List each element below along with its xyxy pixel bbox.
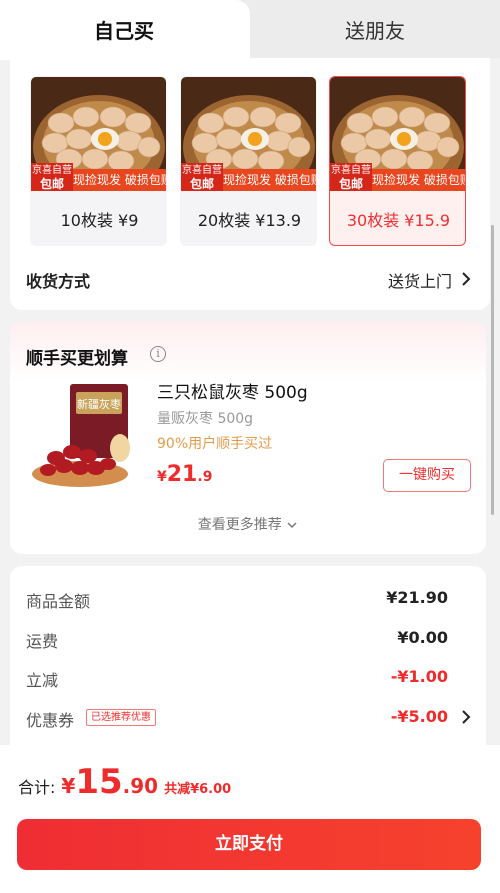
promo-banner: 京喜自营 包邮 现捡现发 破损包赔 xyxy=(31,163,166,191)
chevron-down-icon xyxy=(287,522,297,529)
self-operated-badge: 京喜自营 包邮 xyxy=(181,163,223,191)
freight-row: 运费 ¥0.00 xyxy=(26,628,474,652)
social-proof: 90%用户顺手买过 xyxy=(157,436,273,452)
discount-row: 立减 -¥1.00 xyxy=(26,667,474,691)
discount-label: 立减 xyxy=(26,671,59,690)
chevron-right-icon xyxy=(462,710,471,724)
product-option-10[interactable]: 京喜自营 包邮 现捡现发 破损包赔 10枚装 ¥9 xyxy=(30,76,167,246)
recommendation-card: 顺手买更划算 i 新疆灰枣 三只松鼠灰枣 500g 量贩灰枣 500g 90%用… xyxy=(10,322,486,554)
coupon-row[interactable]: 优惠券 已选推荐优惠 -¥5.00 xyxy=(26,707,474,731)
product-option-label: 20枚装 ¥13.9 xyxy=(197,211,302,230)
badge-top: 京喜自营 xyxy=(331,165,371,176)
total-currency: ¥ xyxy=(61,774,76,798)
coupon-value: -¥5.00 xyxy=(390,707,448,726)
price-currency: ¥ xyxy=(157,469,167,485)
shipping-method-label: 收货方式 xyxy=(26,272,91,291)
goods-amount-label: 商品金额 xyxy=(26,592,91,611)
price-integer: 21 xyxy=(166,462,198,487)
more-recommendations-link[interactable]: 查看更多推荐 xyxy=(10,514,486,534)
goods-amount-row: 商品金额 ¥21.90 xyxy=(26,588,474,612)
product-option-30[interactable]: 京喜自营 包邮 现捡现发 破损包赔 30枚装 ¥15.9 xyxy=(329,76,466,246)
package-print: 新疆灰枣 xyxy=(77,397,121,411)
discount-value: -¥1.00 xyxy=(390,667,448,686)
info-icon[interactable]: i xyxy=(150,346,166,362)
tab-send-friend-label: 送朋友 xyxy=(345,19,405,43)
coupon-tag: 已选推荐优惠 xyxy=(86,709,156,726)
tab-buy-self-label: 自己买 xyxy=(94,19,154,43)
badge-main: 包邮 xyxy=(39,177,64,191)
product-option-label: 30枚装 ¥15.9 xyxy=(346,211,451,230)
freight-value: ¥0.00 xyxy=(397,628,448,647)
promo-text: 现捡现发 破损包赔 xyxy=(73,169,166,191)
shipping-method-value: 送货上门 xyxy=(387,272,452,291)
chevron-right-icon xyxy=(462,272,471,286)
total-integer: 15 xyxy=(75,762,123,802)
promo-text: 现捡现发 破损包赔 xyxy=(372,169,465,191)
total-amount: 合计: ¥15.90 共减¥6.00 xyxy=(18,762,231,802)
coupon-label: 优惠券 xyxy=(26,711,75,730)
recommendation-spec: 量贩灰枣 500g xyxy=(157,411,254,427)
goods-amount-value: ¥21.90 xyxy=(386,588,448,607)
badge-main: 包邮 xyxy=(189,177,214,191)
jujube-product-image: 新疆灰枣 xyxy=(28,378,138,493)
one-click-buy-button[interactable]: 一键购买 xyxy=(383,459,471,492)
pay-now-button[interactable]: 立即支付 xyxy=(17,819,481,870)
promo-banner: 京喜自营 包邮 现捡现发 破损包赔 xyxy=(330,163,465,191)
recommendation-title: 顺手买更划算 xyxy=(26,349,128,369)
badge-top: 京喜自营 xyxy=(32,165,72,176)
tab-bar: 自己买 送朋友 xyxy=(0,0,500,60)
total-decimal: .90 xyxy=(122,774,159,798)
fee-breakdown-card: 商品金额 ¥21.90 运费 ¥0.00 立减 -¥1.00 优惠券 已选推荐优… xyxy=(10,566,486,766)
badge-main: 包邮 xyxy=(338,177,363,191)
tab-buy-self[interactable]: 自己买 xyxy=(0,0,250,60)
freight-label: 运费 xyxy=(26,632,59,651)
self-operated-badge: 京喜自营 包邮 xyxy=(330,163,372,191)
promo-banner: 京喜自营 包邮 现捡现发 破损包赔 xyxy=(181,163,316,191)
self-operated-badge: 京喜自营 包邮 xyxy=(31,163,73,191)
product-option-20[interactable]: 京喜自营 包邮 现捡现发 破损包赔 20枚装 ¥13.9 xyxy=(180,76,317,246)
price-decimal: .9 xyxy=(197,469,213,485)
more-recommendations-label: 查看更多推荐 xyxy=(197,517,282,533)
promo-text: 现捡现发 破损包赔 xyxy=(223,169,316,191)
product-options-card: 京喜自营 包邮 现捡现发 破损包赔 10枚装 ¥9 京喜自营 包邮 现捡现发 破… xyxy=(10,58,490,310)
badge-top: 京喜自营 xyxy=(182,165,222,176)
recommendation-price: ¥21.9 xyxy=(157,462,212,487)
total-saved: 共减¥6.00 xyxy=(164,782,232,797)
recommendation-name: 三只松鼠灰枣 500g xyxy=(157,383,308,403)
product-option-label: 10枚装 ¥9 xyxy=(60,211,139,230)
total-label: 合计: xyxy=(18,778,56,797)
shipping-method-row[interactable]: 收货方式 送货上门 xyxy=(26,266,474,292)
scrollbar[interactable] xyxy=(491,225,494,515)
checkout-bar: 合计: ¥15.90 共减¥6.00 立即支付 xyxy=(0,745,500,893)
tab-send-friend[interactable]: 送朋友 xyxy=(250,0,500,58)
